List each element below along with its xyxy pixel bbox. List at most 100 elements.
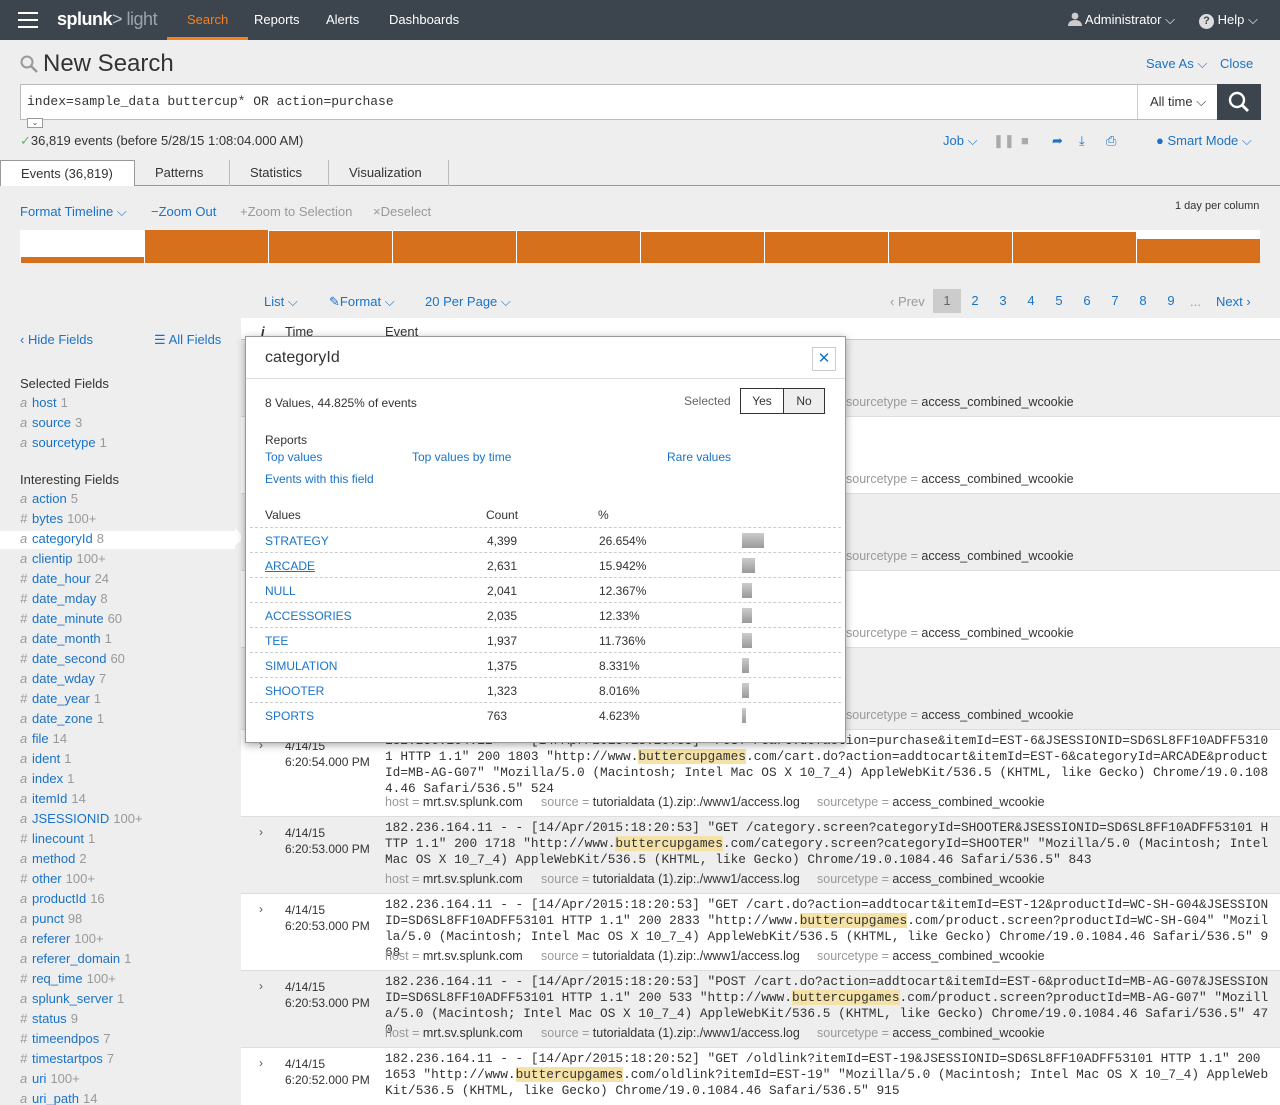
- zoom-out-button[interactable]: −Zoom Out: [151, 204, 216, 219]
- expand-event-icon[interactable]: ›: [259, 902, 263, 916]
- host-value[interactable]: mrt.sv.splunk.com: [423, 872, 523, 886]
- search-term-highlight[interactable]: buttercupgames: [615, 836, 723, 851]
- sourcetype-value[interactable]: access_combined_wcookie: [892, 795, 1044, 809]
- field-method[interactable]: a method 2: [20, 851, 87, 869]
- sourcetype-value[interactable]: access_combined_wcookie: [921, 549, 1073, 563]
- print-icon[interactable]: ⎙: [1106, 133, 1116, 149]
- host-value[interactable]: mrt.sv.splunk.com: [423, 949, 523, 963]
- selected-yes-button[interactable]: Yes: [741, 389, 784, 413]
- export-icon[interactable]: ⤓: [1079, 133, 1085, 149]
- events-with-field-link[interactable]: Events with this field: [265, 472, 374, 486]
- field-source[interactable]: a source 3: [20, 415, 82, 433]
- field-ident[interactable]: a ident 1: [20, 751, 71, 769]
- sourcetype-value[interactable]: access_combined_wcookie: [892, 1026, 1044, 1040]
- search-button[interactable]: [1217, 84, 1261, 120]
- value-name-link[interactable]: STRATEGY: [265, 534, 329, 548]
- prev-page-button[interactable]: ‹ Prev: [890, 294, 925, 309]
- page-7-button[interactable]: 7: [1101, 289, 1129, 313]
- field-productId[interactable]: a productId 16: [20, 891, 105, 909]
- field-date_second[interactable]: # date_second 60: [20, 651, 125, 669]
- field-date_month[interactable]: a date_month 1: [20, 631, 112, 649]
- field-action[interactable]: a action 5: [20, 491, 78, 509]
- timeline-bar[interactable]: [268, 231, 392, 263]
- field-host[interactable]: a host 1: [20, 395, 68, 413]
- timeline-bar[interactable]: [392, 231, 516, 263]
- timeline-bar[interactable]: [516, 231, 640, 263]
- expand-event-icon[interactable]: ›: [259, 825, 263, 839]
- field-date_wday[interactable]: a date_wday 7: [20, 671, 106, 689]
- save-as-menu[interactable]: Save As ⌵: [1146, 56, 1207, 72]
- splunk-logo[interactable]: splunk> light: [57, 9, 158, 30]
- field-index[interactable]: a index 1: [20, 771, 74, 789]
- field-clientip[interactable]: a clientip 100+: [20, 551, 106, 569]
- search-term-highlight[interactable]: buttercupgames: [638, 749, 746, 764]
- timeline-bar[interactable]: [1012, 231, 1136, 263]
- value-name-link[interactable]: NULL: [265, 584, 296, 598]
- search-query-input[interactable]: index=sample_data buttercup* OR action=p…: [27, 94, 394, 109]
- page-1-button[interactable]: 1: [933, 289, 961, 313]
- field-linecount[interactable]: # linecount 1: [20, 831, 95, 849]
- timeline-bar[interactable]: [1136, 239, 1260, 263]
- tab-patterns[interactable]: Patterns: [135, 160, 230, 186]
- sourcetype-value[interactable]: access_combined_wcookie: [921, 472, 1073, 486]
- format-timeline-menu[interactable]: Format Timeline ⌵: [20, 204, 127, 220]
- expand-event-icon[interactable]: ›: [259, 1056, 263, 1070]
- hide-fields-button[interactable]: ‹ Hide Fields: [20, 332, 93, 347]
- field-uri[interactable]: a uri 100+: [20, 1071, 80, 1089]
- close-search-link[interactable]: Close: [1220, 56, 1253, 71]
- job-menu[interactable]: Job ⌵: [943, 133, 977, 149]
- page-8-button[interactable]: 8: [1129, 289, 1157, 313]
- value-name-link[interactable]: SHOOTER: [265, 684, 324, 698]
- field-timestartpos[interactable]: # timestartpos 7: [20, 1051, 114, 1069]
- field-other[interactable]: # other 100+: [20, 871, 95, 889]
- sourcetype-value[interactable]: access_combined_wcookie: [921, 395, 1073, 409]
- timeline-chart[interactable]: [20, 230, 1260, 263]
- close-icon[interactable]: ✕: [812, 347, 836, 371]
- field-date_year[interactable]: # date_year 1: [20, 691, 101, 709]
- nav-alerts[interactable]: Alerts: [326, 0, 359, 40]
- menu-icon[interactable]: [18, 12, 38, 28]
- nav-search[interactable]: Search: [167, 0, 249, 40]
- field-referer_domain[interactable]: a referer_domain 1: [20, 951, 131, 969]
- timeline-bar[interactable]: [640, 231, 764, 263]
- page-3-button[interactable]: 3: [989, 289, 1017, 313]
- tab-visualization[interactable]: Visualization: [329, 160, 449, 186]
- deselect-button[interactable]: ×Deselect: [373, 204, 431, 219]
- field-JSESSIONID[interactable]: a JSESSIONID 100+: [20, 811, 143, 829]
- field-referer[interactable]: a referer 100+: [20, 931, 104, 949]
- top-values-link[interactable]: Top values: [265, 450, 322, 464]
- field-status[interactable]: # status 9: [20, 1011, 78, 1029]
- value-name-link[interactable]: ARCADE: [265, 559, 315, 573]
- help-menu[interactable]: ? Help ⌵: [1199, 0, 1258, 40]
- host-value[interactable]: mrt.sv.splunk.com: [423, 795, 523, 809]
- host-value[interactable]: mrt.sv.splunk.com: [423, 1026, 523, 1040]
- field-categoryId[interactable]: a categoryId 8: [0, 531, 235, 549]
- timeline-bar[interactable]: [764, 231, 888, 263]
- field-date_mday[interactable]: # date_mday 8: [20, 591, 108, 609]
- source-value[interactable]: tutorialdata (1).zip:./www1/access.log: [593, 795, 800, 809]
- all-fields-button[interactable]: ☰ All Fields: [154, 332, 221, 348]
- value-name-link[interactable]: SPORTS: [265, 709, 314, 723]
- sourcetype-value[interactable]: access_combined_wcookie: [921, 626, 1073, 640]
- pause-icon[interactable]: ❚❚: [993, 133, 1015, 149]
- value-name-link[interactable]: SIMULATION: [265, 659, 337, 673]
- field-file[interactable]: a file 14: [20, 731, 67, 749]
- sourcetype-value[interactable]: access_combined_wcookie: [921, 708, 1073, 722]
- nav-dashboards[interactable]: Dashboards: [389, 0, 459, 40]
- zoom-to-selection-button[interactable]: +Zoom to Selection: [240, 204, 352, 219]
- format-menu[interactable]: ✎Format ⌵: [329, 294, 395, 310]
- field-date_zone[interactable]: a date_zone 1: [20, 711, 104, 729]
- page-6-button[interactable]: 6: [1073, 289, 1101, 313]
- page-2-button[interactable]: 2: [961, 289, 989, 313]
- rare-values-link[interactable]: Rare values: [667, 450, 731, 464]
- field-date_hour[interactable]: # date_hour 24: [20, 571, 109, 589]
- user-menu[interactable]: Administrator ⌵: [1068, 0, 1175, 40]
- timeline-bar[interactable]: [888, 231, 1012, 263]
- stop-icon[interactable]: ■: [1021, 133, 1029, 148]
- field-itemId[interactable]: a itemId 14: [20, 791, 86, 809]
- field-uri_path[interactable]: a uri_path 14: [20, 1091, 97, 1105]
- search-expand-toggle[interactable]: ⌄: [27, 118, 43, 128]
- timeline-bar[interactable]: [20, 257, 144, 263]
- next-page-button[interactable]: Next ›: [1216, 294, 1251, 309]
- page-4-button[interactable]: 4: [1017, 289, 1045, 313]
